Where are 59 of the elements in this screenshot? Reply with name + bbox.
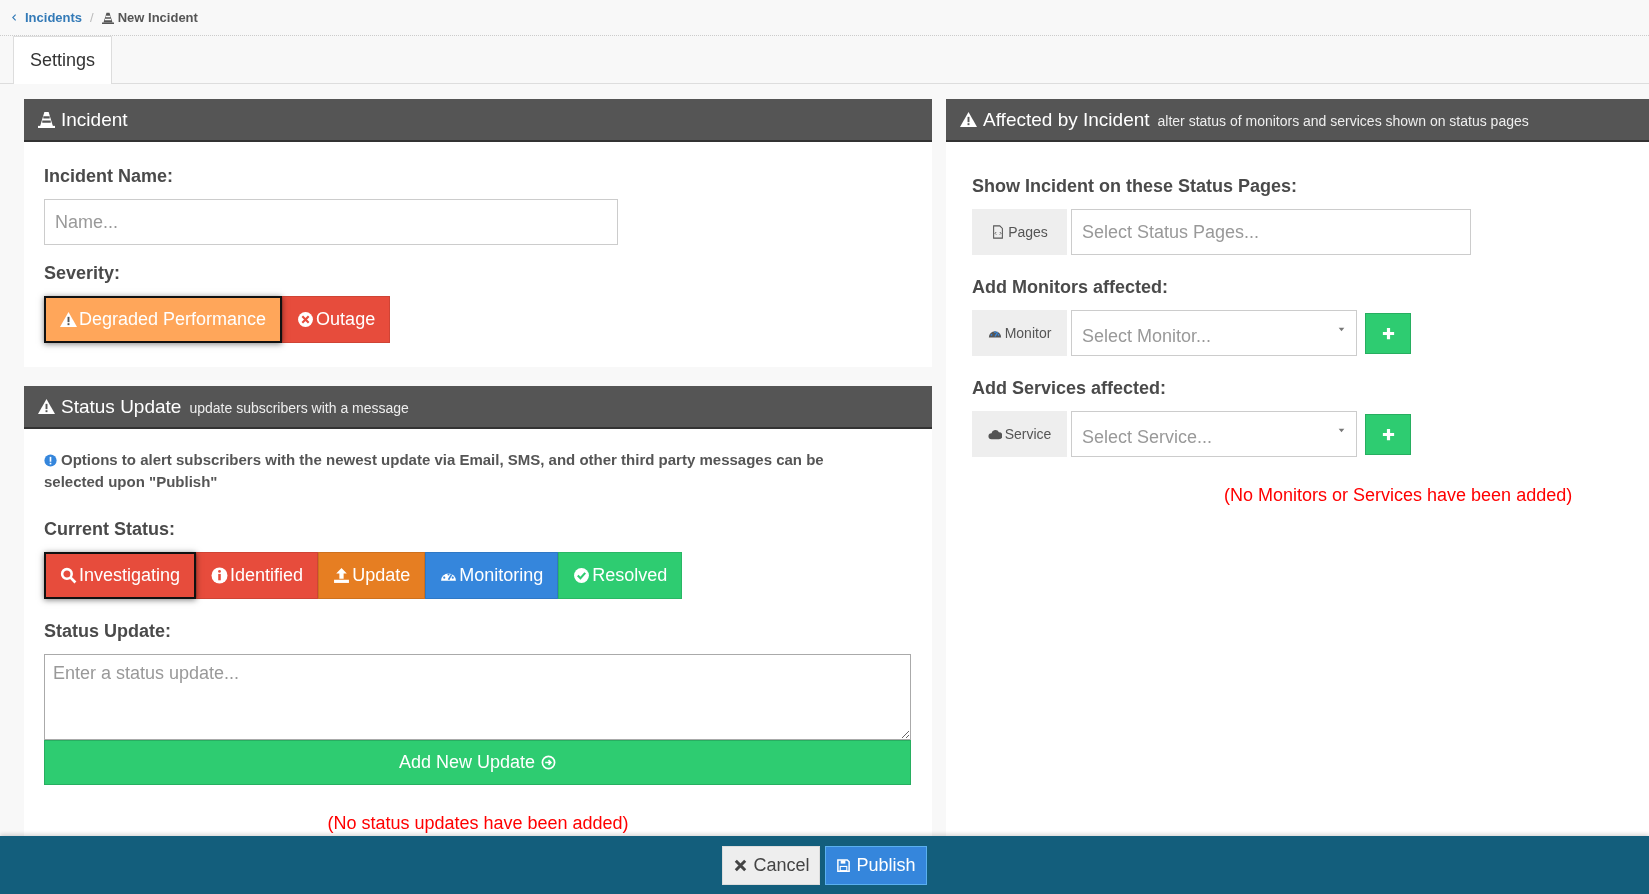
file-icon bbox=[991, 225, 1006, 239]
caret-icon bbox=[1337, 426, 1346, 435]
addon-label: Pages bbox=[1008, 224, 1048, 240]
select-dropdown[interactable]: Select Service... bbox=[1071, 411, 1357, 457]
panel-title: Affected by Incident bbox=[983, 108, 1150, 131]
panel-subtitle: alter status of monitors and services shown on status pages bbox=[1157, 113, 1529, 129]
empty-message: (No status updates have been added) bbox=[326, 813, 630, 834]
plus-icon bbox=[1380, 325, 1396, 341]
cancel-button[interactable]: Cancel bbox=[722, 845, 821, 885]
field-label: Add Monitors affected: bbox=[972, 277, 1169, 298]
panel-title: Incident bbox=[61, 108, 128, 131]
status-update-field[interactable]: Enter a status update... bbox=[44, 654, 911, 740]
field-label: Current Status: bbox=[44, 519, 176, 540]
field-label: Status Update: bbox=[44, 621, 172, 642]
publish-button[interactable]: Publish bbox=[825, 845, 927, 885]
panel-title: Status Update bbox=[61, 395, 182, 418]
severity-button[interactable]: Degraded Performance bbox=[44, 296, 283, 343]
empty-message: (No Monitors or Services have been added) bbox=[1224, 485, 1574, 506]
addon-label: Monitor bbox=[1004, 325, 1052, 341]
tab[interactable]: Settings bbox=[13, 36, 113, 84]
search-icon bbox=[60, 567, 77, 584]
info-icon bbox=[44, 454, 57, 467]
status-button[interactable]: Identified bbox=[196, 552, 319, 599]
caret-icon bbox=[1337, 325, 1346, 334]
add-button[interactable] bbox=[1365, 413, 1411, 455]
warning-icon bbox=[60, 311, 77, 328]
arrow-circle-icon bbox=[541, 755, 557, 770]
close-icon bbox=[733, 857, 749, 873]
info-icon bbox=[211, 567, 229, 584]
chevron-left-icon bbox=[10, 13, 19, 22]
status-button[interactable]: Investigating bbox=[44, 552, 197, 599]
field-label: Show Incident on these Status Pages: bbox=[972, 176, 1299, 197]
x-circle-icon bbox=[297, 311, 315, 328]
cloud-icon bbox=[987, 427, 1002, 441]
status-button[interactable]: Monitoring bbox=[425, 552, 559, 599]
status-button[interactable]: Update bbox=[318, 552, 426, 599]
name-field[interactable]: Name... bbox=[44, 199, 618, 245]
breadcrumb-current: New Incident bbox=[117, 10, 198, 25]
field-label: Incident Name: bbox=[44, 166, 175, 187]
severity-button[interactable]: Outage bbox=[282, 296, 391, 343]
warning-icon bbox=[960, 111, 977, 128]
select-dropdown[interactable]: Select Monitor... bbox=[1071, 310, 1357, 356]
info-text: Options to alert subscribers with the newest update via Email, SMS, and other third party messages can be selected upon "Publish" bbox=[44, 450, 825, 492]
cone-icon bbox=[38, 111, 55, 128]
warning-icon bbox=[38, 398, 55, 415]
status-button[interactable]: Resolved bbox=[558, 552, 683, 599]
field-label: Severity: bbox=[44, 263, 122, 284]
cone-icon bbox=[101, 11, 114, 24]
add-button[interactable] bbox=[1365, 312, 1411, 354]
check-circle-icon bbox=[573, 567, 591, 584]
add-update-button[interactable]: Add New Update bbox=[44, 740, 911, 785]
plus-icon bbox=[1380, 426, 1396, 442]
breadcrumb-link[interactable]: Incidents bbox=[10, 10, 83, 25]
select-field[interactable]: Select Status Pages... bbox=[1071, 209, 1471, 255]
field-label: Add Services affected: bbox=[972, 378, 1168, 399]
addon-label: Service bbox=[1004, 426, 1052, 442]
breadcrumb-separator: / bbox=[90, 10, 94, 25]
upload-icon bbox=[333, 567, 351, 584]
panel-subtitle: update subscribers with a message bbox=[189, 400, 409, 416]
